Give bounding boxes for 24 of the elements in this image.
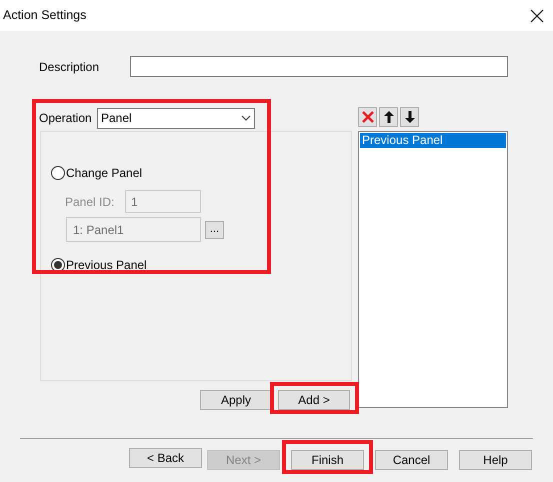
close-icon[interactable]	[530, 8, 544, 22]
arrow-down-icon	[404, 111, 414, 123]
move-up-button[interactable]	[379, 107, 398, 127]
dialog-button[interactable]: Cancel	[375, 450, 448, 470]
radio-button[interactable]	[51, 166, 65, 180]
chevron-down-icon	[241, 115, 251, 121]
window-title: Action Settings	[3, 7, 86, 24]
cross-icon	[362, 111, 374, 123]
operation-dropdown[interactable]: Panel	[97, 108, 255, 128]
delete-button[interactable]	[358, 107, 377, 127]
dialog-button[interactable]: Help	[459, 450, 532, 470]
dialog-button[interactable]: < Back	[129, 448, 202, 468]
description-field[interactable]	[130, 56, 508, 77]
field-label: Description	[39, 58, 100, 76]
list-item[interactable]: Previous Panel	[360, 133, 506, 148]
dialog-button[interactable]: Add >	[278, 390, 350, 410]
dialog-button[interactable]: Finish	[291, 450, 364, 470]
field-label: Operation	[39, 110, 93, 127]
arrow-up-icon	[384, 111, 394, 123]
radio-label: Previous Panel	[66, 257, 147, 274]
dialog-button[interactable]: Apply	[200, 390, 272, 410]
field-label: Panel ID:	[65, 194, 116, 210]
move-down-button[interactable]	[400, 107, 419, 127]
radio-label: Change Panel	[66, 165, 142, 182]
